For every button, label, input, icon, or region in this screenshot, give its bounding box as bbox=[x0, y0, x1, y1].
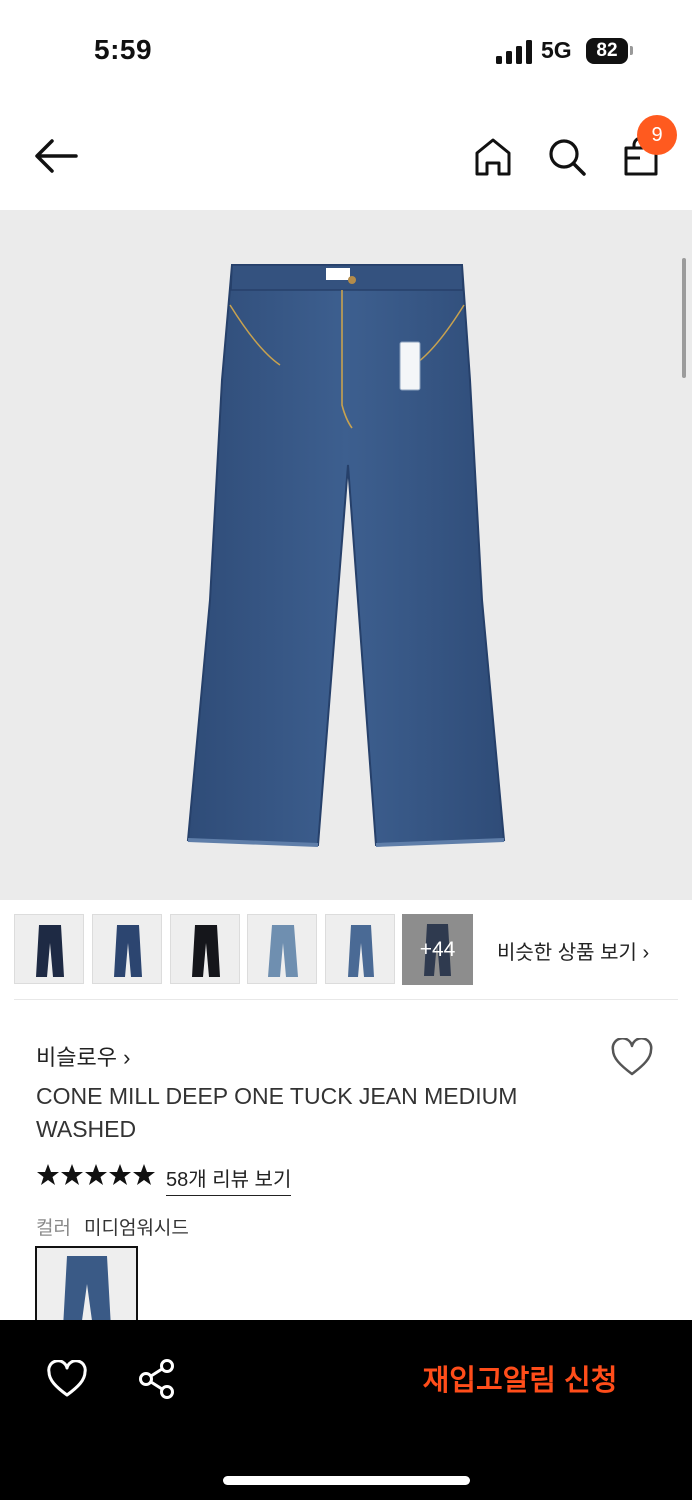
brand-link[interactable]: 비슬로우 › bbox=[36, 1040, 130, 1072]
signal-icon bbox=[496, 40, 532, 64]
heart-icon[interactable] bbox=[46, 1360, 88, 1400]
status-time: 5:59 bbox=[94, 34, 153, 65]
restock-alert-button[interactable]: 재입고알림 신청 bbox=[400, 1356, 640, 1406]
jeans-illustration bbox=[186, 264, 506, 847]
color-label: 컬러 bbox=[36, 1218, 71, 1239]
thumbnail-image[interactable] bbox=[325, 914, 395, 984]
reviews-link[interactable]: 58개 리뷰 보기 bbox=[166, 1163, 292, 1196]
thumbnail-image[interactable] bbox=[170, 914, 240, 984]
more-count: +44 bbox=[419, 938, 456, 961]
thumbnail-image[interactable] bbox=[14, 914, 84, 984]
status-bar: 5:59 5G 82 bbox=[0, 0, 692, 100]
similar-products-link[interactable]: 비슷한 상품 보기 › bbox=[497, 936, 649, 965]
back-arrow-icon[interactable] bbox=[30, 136, 82, 176]
share-icon[interactable] bbox=[136, 1358, 178, 1400]
product-title: CONE MILL DEEP ONE TUCK JEAN MEDIUM WASH… bbox=[36, 1083, 518, 1142]
home-icon[interactable] bbox=[472, 136, 514, 178]
cart-count-badge: 9 bbox=[637, 115, 677, 155]
battery-icon: 82 bbox=[586, 38, 628, 64]
home-indicator bbox=[223, 1476, 470, 1485]
divider bbox=[14, 999, 678, 1000]
cart-count: 9 bbox=[651, 124, 663, 146]
image-scrollbar[interactable] bbox=[682, 258, 686, 378]
battery-level: 82 bbox=[596, 40, 618, 61]
product-image[interactable] bbox=[0, 210, 692, 900]
battery-tip bbox=[630, 46, 633, 55]
thumbnail-image[interactable] bbox=[92, 914, 162, 984]
color-value: 미디엄워시드 bbox=[84, 1218, 189, 1239]
network-label: 5G bbox=[541, 37, 572, 63]
thumbnail-image[interactable] bbox=[247, 914, 317, 984]
bottom-action-bar bbox=[0, 1320, 692, 1500]
heart-icon[interactable] bbox=[610, 1038, 654, 1078]
swatch-image bbox=[63, 1256, 111, 1324]
more-thumbnails-button[interactable]: +44 bbox=[402, 914, 473, 985]
search-icon[interactable] bbox=[546, 136, 588, 178]
rating-stars-icon bbox=[37, 1164, 155, 1185]
header: 9 bbox=[0, 100, 692, 210]
color-option-swatch[interactable] bbox=[35, 1246, 138, 1326]
